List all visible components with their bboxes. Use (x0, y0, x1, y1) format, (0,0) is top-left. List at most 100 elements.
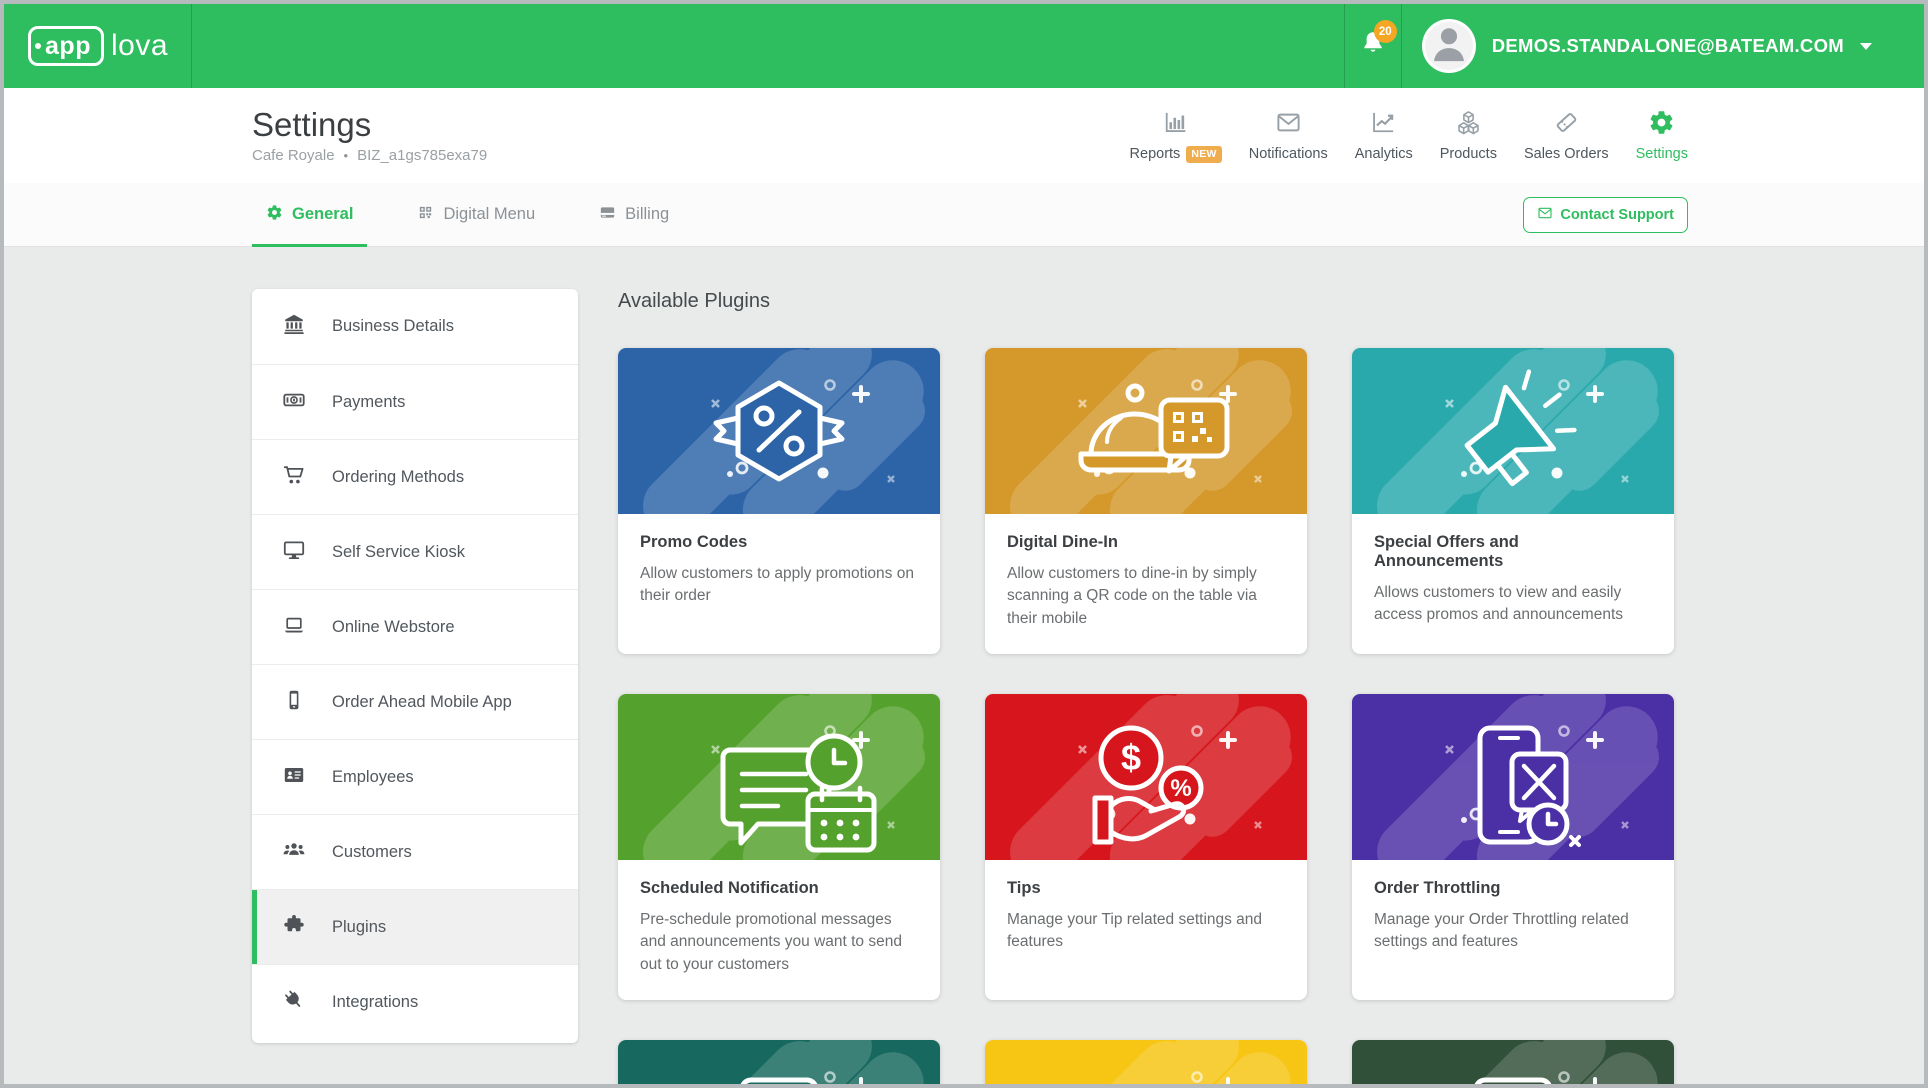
plugin-description: Pre-schedule promotional messages and an… (640, 909, 918, 976)
page-title: Settings (252, 108, 487, 141)
logo-camera-dot (35, 43, 41, 49)
sidebar-item-label: Payments (332, 393, 405, 412)
trend-chart-icon (1370, 109, 1397, 141)
sidebar-item-self-service-kiosk[interactable]: Self Service Kiosk (252, 514, 578, 589)
nav-label-analytics: Analytics (1355, 146, 1413, 162)
plugin-title: Tips (1007, 879, 1285, 898)
sidebar-item-employees[interactable]: Employees (252, 739, 578, 814)
notification-count-badge: 20 (1374, 20, 1397, 43)
content-area: Business Details Payments Ordering Metho… (4, 247, 1924, 1084)
plugin-description: Allows customers to view and easily acce… (1374, 582, 1652, 627)
sidebar-item-order-ahead-mobile-app[interactable]: Order Ahead Mobile App (252, 664, 578, 739)
sidebar-item-label: Employees (332, 768, 414, 787)
nav-item-analytics[interactable]: Analytics (1355, 109, 1413, 162)
sidebar-item-customers[interactable]: Customers (252, 814, 578, 889)
plugin-card-partial-1[interactable] (618, 1040, 940, 1084)
plugin-description: Manage your Order Throttling related set… (1374, 909, 1652, 954)
plugin-title: Order Throttling (1374, 879, 1652, 898)
nav-label-products: Products (1440, 146, 1497, 162)
cubes-icon (1455, 109, 1482, 141)
nav-item-settings[interactable]: Settings (1636, 109, 1688, 162)
tab-digital-menu[interactable]: Digital Menu (403, 183, 549, 246)
avatar (1422, 19, 1476, 73)
plugin-card-order-throttling[interactable]: Order Throttling Manage your Order Throt… (1352, 694, 1674, 1000)
plugin-card-scheduled-notification[interactable]: Scheduled Notification Pre-schedule prom… (618, 694, 940, 1000)
hand-coins-icon: $% (985, 694, 1307, 860)
laptop-icon (282, 613, 306, 642)
page-header: Settings Cafe Royale • BIZ_a1gs785exa79 … (4, 88, 1924, 183)
plugin-card-tips[interactable]: $% Tips Manage your Tip related settings… (985, 694, 1307, 1000)
plug-icon (282, 988, 306, 1017)
new-badge: NEW (1186, 146, 1221, 163)
sidebar-item-label: Online Webstore (332, 618, 455, 637)
sidebar-item-online-webstore[interactable]: Online Webstore (252, 589, 578, 664)
tab-bar: General Digital Menu Billing Contact Sup… (4, 183, 1924, 247)
nav-item-reports[interactable]: Reports NEW (1130, 109, 1222, 163)
user-email: DEMOS.STANDALONE@BATEAM.COM (1492, 35, 1844, 57)
logo-text-lova: lova (111, 29, 168, 63)
plugin-card-digital-dine-in[interactable]: Digital Dine-In Allow customers to dine-… (985, 348, 1307, 654)
tab-general-label: General (292, 205, 353, 224)
plugin-description: Manage your Tip related settings and fea… (1007, 909, 1285, 954)
app-window: app lova 20 DEMOS.STANDALONE@BATEAM.COM … (0, 0, 1928, 1088)
money-bill-icon (282, 388, 306, 417)
envelope-icon (1275, 109, 1302, 141)
sidebar-item-ordering-methods[interactable]: Ordering Methods (252, 439, 578, 514)
gear-icon (266, 204, 283, 226)
nav-item-products[interactable]: Products (1440, 109, 1497, 162)
sidebar-item-label: Plugins (332, 918, 386, 937)
kiosk-icon (1352, 1040, 1674, 1084)
bank-icon (282, 312, 306, 341)
message-calendar-clock-icon (618, 694, 940, 860)
nav-item-notifications[interactable]: Notifications (1249, 109, 1328, 162)
contact-support-button[interactable]: Contact Support (1523, 197, 1688, 233)
section-title: Available Plugins (618, 289, 1924, 313)
nav-label-notifications: Notifications (1249, 146, 1328, 162)
cloche-qr-icon (985, 348, 1307, 514)
phone-clock-icon (1352, 694, 1674, 860)
plugin-card-special-offers[interactable]: Special Offers and Announcements Allows … (1352, 348, 1674, 654)
sidebar-item-plugins[interactable]: Plugins (252, 889, 578, 964)
qr-code-icon (417, 204, 434, 226)
plugin-card-promo-codes[interactable]: Promo Codes Allow customers to apply pro… (618, 348, 940, 654)
mobile-icon (282, 688, 306, 717)
sidebar-item-label: Integrations (332, 993, 418, 1012)
envelope-icon (1537, 205, 1553, 225)
logo-text-app: app (45, 32, 91, 61)
plugin-grid: Promo Codes Allow customers to apply pro… (618, 348, 1924, 1084)
tab-digital-menu-label: Digital Menu (443, 205, 535, 224)
logo-phone-shape: app (28, 26, 104, 66)
sidebar-item-label: Customers (332, 843, 412, 862)
bullet-separator: • (344, 148, 349, 163)
plugin-description: Allow customers to dine-in by simply sca… (1007, 563, 1285, 630)
ticket-icon (1553, 109, 1580, 141)
nav-label-reports: Reports (1130, 146, 1181, 162)
plugin-card-partial-2[interactable] (985, 1040, 1307, 1084)
kiosk-icon (618, 1040, 940, 1084)
percent-hexagon-icon (618, 348, 940, 514)
plugin-description: Allow customers to apply promotions on t… (640, 563, 918, 608)
shopping-cart-icon (282, 463, 306, 492)
sidebar-item-payments[interactable]: Payments (252, 364, 578, 439)
tab-billing-label: Billing (625, 205, 669, 224)
contact-support-label: Contact Support (1560, 207, 1674, 223)
users-icon (282, 838, 306, 867)
applova-logo[interactable]: app lova (4, 4, 192, 88)
sidebar-item-business-details[interactable]: Business Details (252, 289, 578, 364)
sidebar-item-label: Ordering Methods (332, 468, 464, 487)
user-menu[interactable]: DEMOS.STANDALONE@BATEAM.COM (1402, 4, 1924, 88)
nav-label-sales-orders: Sales Orders (1524, 146, 1609, 162)
plugin-title: Scheduled Notification (640, 879, 918, 898)
plugin-title: Special Offers and Announcements (1374, 533, 1652, 571)
plugin-card-partial-3[interactable] (1352, 1040, 1674, 1084)
svg-text:$: $ (1121, 737, 1141, 778)
chevron-down-icon (1860, 43, 1872, 50)
sidebar-item-label: Business Details (332, 317, 454, 336)
id-card-icon (282, 763, 306, 792)
tab-billing[interactable]: Billing (585, 183, 683, 246)
tab-general[interactable]: General (252, 183, 367, 246)
business-id: BIZ_a1gs785exa79 (357, 147, 487, 164)
sidebar-item-integrations[interactable]: Integrations (252, 964, 578, 1039)
notifications-bell-button[interactable]: 20 (1345, 4, 1401, 88)
nav-item-sales-orders[interactable]: Sales Orders (1524, 109, 1609, 162)
